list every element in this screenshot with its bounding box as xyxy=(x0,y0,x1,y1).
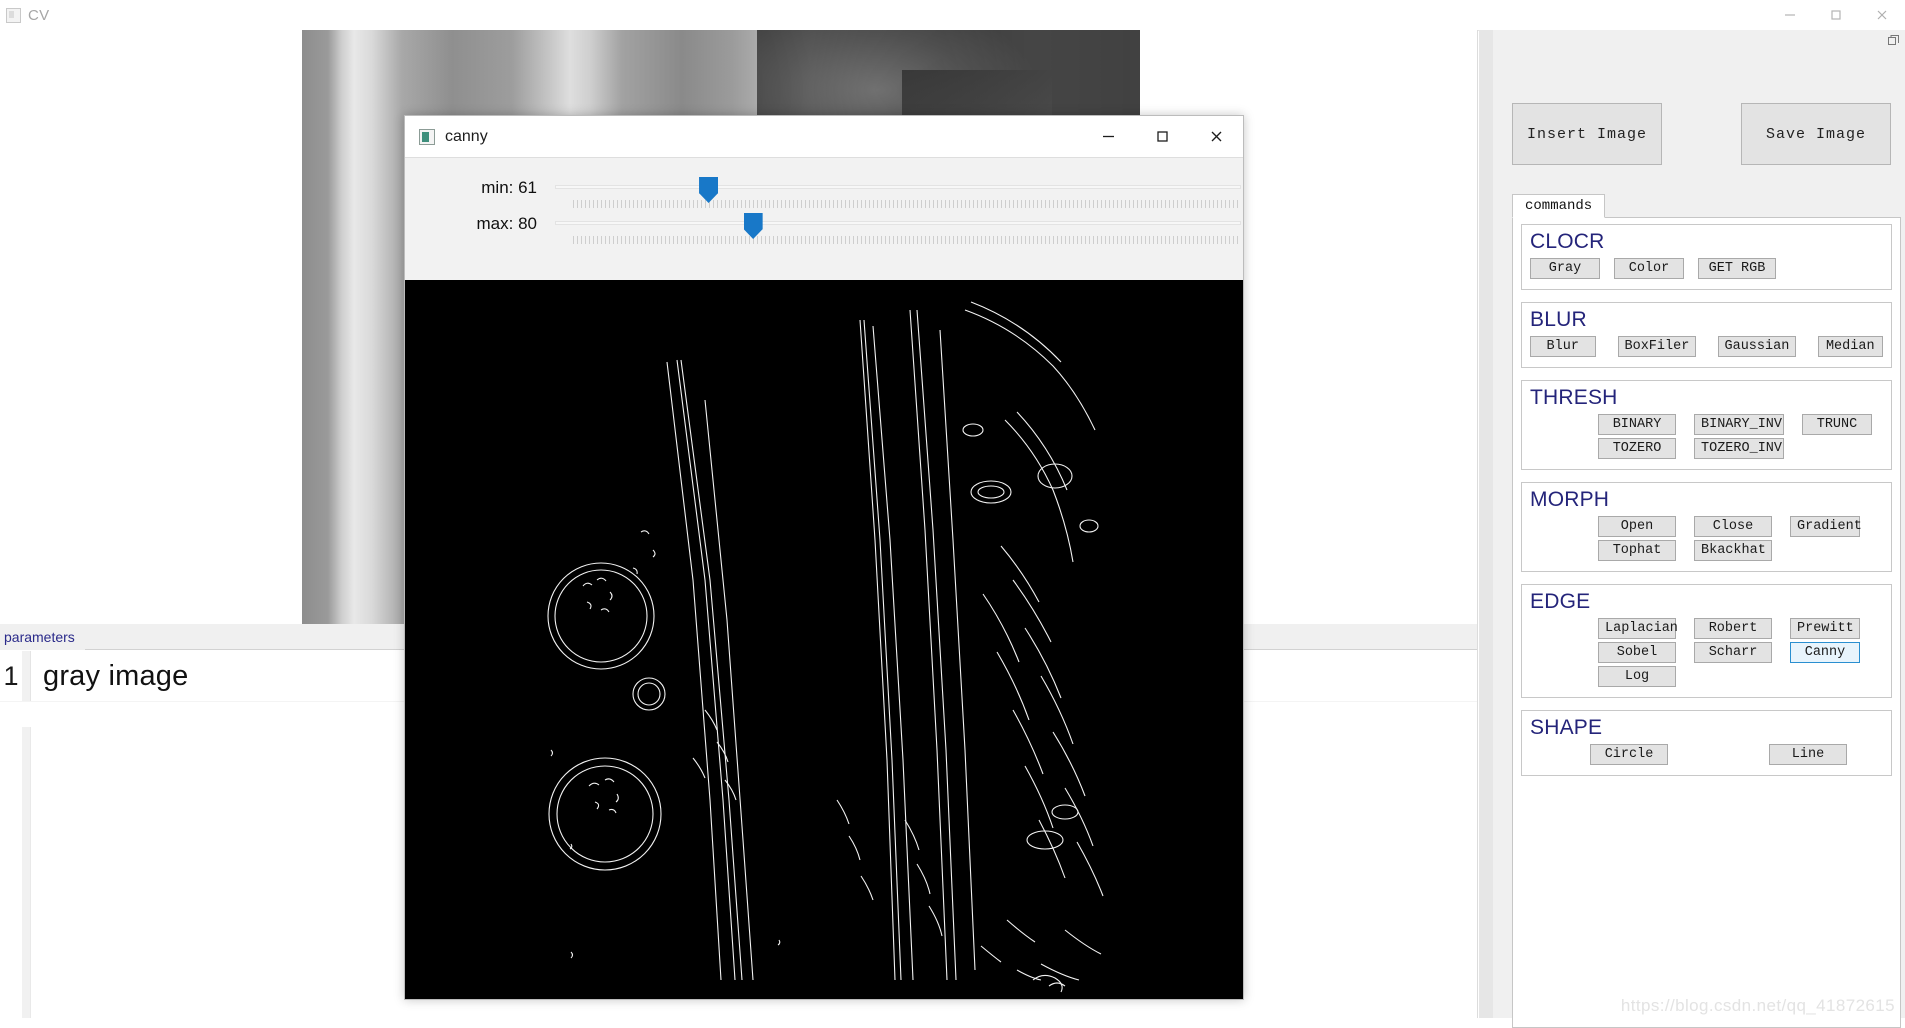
trackbar-max-track[interactable] xyxy=(555,221,1241,225)
canny-dialog[interactable]: canny min: 61 max: 80 xyxy=(404,115,1244,1000)
command-group-blur: BLUR Blur BoxFiler Gaussian Median xyxy=(1521,302,1892,368)
command-row: Laplacian Robert Prewitt xyxy=(1530,618,1883,639)
group-title-edge: EDGE xyxy=(1530,590,1591,613)
command-button-bkackhat[interactable]: Bkackhat xyxy=(1694,540,1772,561)
commands-tabstrip: commands xyxy=(1512,194,1901,218)
command-group-shape: SHAPE Circle Line xyxy=(1521,710,1892,776)
parameters-empty-gutter xyxy=(22,727,31,1018)
command-button-gaussian[interactable]: Gaussian xyxy=(1717,336,1796,357)
group-title-thresh: THRESH xyxy=(1530,386,1618,409)
command-button-scharr[interactable]: Scharr xyxy=(1694,642,1772,663)
tab-parameters[interactable]: parameters xyxy=(0,624,85,650)
app-title: CV xyxy=(28,6,50,24)
command-button-blur[interactable]: Blur xyxy=(1530,336,1596,357)
canny-maximize-icon[interactable] xyxy=(1135,116,1189,157)
main-window: CV parameters 1 gray image Insert Image … xyxy=(0,0,1905,1028)
command-button-log[interactable]: Log xyxy=(1598,666,1676,687)
insert-image-label: Insert Image xyxy=(1526,125,1648,143)
command-button-gradient[interactable]: Gradient xyxy=(1790,516,1862,537)
restore-icon[interactable] xyxy=(1885,32,1901,48)
save-image-button[interactable]: Save Image xyxy=(1741,103,1891,165)
group-title-clocr: CLOCR xyxy=(1530,230,1605,253)
tab-commands-label: commands xyxy=(1525,198,1593,214)
group-title-shape: SHAPE xyxy=(1530,716,1603,739)
command-row: Open Close Gradient xyxy=(1530,516,1883,537)
command-group-morph: MORPH Open Close Gradient Tophat Bkackhat xyxy=(1521,482,1892,572)
minimize-icon[interactable] xyxy=(1767,0,1813,30)
trackbar-min-track[interactable] xyxy=(555,185,1241,189)
command-button-trunc[interactable]: TRUNC xyxy=(1802,414,1872,435)
command-button-prewitt[interactable]: Prewitt xyxy=(1790,618,1860,639)
command-row: Log xyxy=(1530,666,1883,687)
commands-dock: Insert Image Save Image commands CLOCR Gr… xyxy=(1479,30,1905,1028)
command-button-get-rgb[interactable]: GET RGB xyxy=(1698,258,1776,279)
trackbar-max-ticks xyxy=(573,236,1241,244)
dock-drag-grip[interactable] xyxy=(1479,30,1494,1018)
command-button-laplacian[interactable]: Laplacian xyxy=(1598,618,1678,639)
command-row: Tophat Bkackhat xyxy=(1530,540,1883,561)
command-button-color[interactable]: Color xyxy=(1614,258,1684,279)
dock-body: Insert Image Save Image commands CLOCR Gr… xyxy=(1493,30,1905,1028)
command-row: Circle Line xyxy=(1530,744,1883,765)
command-row: Sobel Scharr Canny xyxy=(1530,642,1883,663)
command-button-open[interactable]: Open xyxy=(1598,516,1676,537)
opencv-window-icon xyxy=(419,128,435,145)
command-button-close[interactable]: Close xyxy=(1694,516,1772,537)
command-button-tophat[interactable]: Tophat xyxy=(1598,540,1676,561)
canny-minimize-icon[interactable] xyxy=(1081,116,1135,157)
command-button-circle[interactable]: Circle xyxy=(1590,744,1668,765)
command-button-binary-inv[interactable]: BINARY_INV xyxy=(1694,414,1784,435)
command-row: Gray Color GET RGB xyxy=(1530,258,1883,279)
parameter-index: 1 xyxy=(3,660,19,691)
command-group-thresh: THRESH BINARY BINARY_INV TRUNC TOZERO TOZERO_… xyxy=(1521,380,1892,470)
group-title-blur: BLUR xyxy=(1530,308,1587,331)
command-row: TOZERO TOZERO_INV xyxy=(1530,438,1883,459)
command-button-boxfiler[interactable]: BoxFiler xyxy=(1617,336,1696,357)
save-image-label: Save Image xyxy=(1765,125,1866,143)
group-title-morph: MORPH xyxy=(1530,488,1610,511)
insert-image-button[interactable]: Insert Image xyxy=(1512,103,1662,165)
app-icon xyxy=(6,7,21,23)
canny-trackbar-area: min: 61 max: 80 xyxy=(405,157,1243,281)
trackbar-min-ticks xyxy=(573,200,1241,208)
command-button-median[interactable]: Median xyxy=(1817,336,1883,357)
command-button-tozero[interactable]: TOZERO xyxy=(1598,438,1676,459)
close-icon[interactable] xyxy=(1859,0,1905,30)
command-group-clocr: CLOCR Gray Color GET RGB xyxy=(1521,224,1892,290)
maximize-icon[interactable] xyxy=(1813,0,1859,30)
command-button-binary[interactable]: BINARY xyxy=(1598,414,1676,435)
trackbar-max-label: max: 80 xyxy=(476,214,537,233)
parameter-gutter xyxy=(22,651,31,701)
command-row: Blur BoxFiler Gaussian Median xyxy=(1530,336,1883,357)
canny-result-image[interactable] xyxy=(405,280,1243,999)
tab-parameters-label: parameters xyxy=(4,629,75,645)
command-button-sobel[interactable]: Sobel xyxy=(1598,642,1676,663)
trackbar-max[interactable]: max: 80 xyxy=(405,208,1243,254)
canny-title: canny xyxy=(445,127,488,145)
canny-close-icon[interactable] xyxy=(1189,116,1243,157)
canny-titlebar: canny xyxy=(405,116,1243,157)
command-button-line[interactable]: Line xyxy=(1769,744,1847,765)
command-button-canny[interactable]: Canny xyxy=(1790,642,1860,663)
commands-panel: CLOCR Gray Color GET RGB BLUR Blur BoxFiler Gau… xyxy=(1512,218,1901,1028)
command-button-tozero-inv[interactable]: TOZERO_INV xyxy=(1694,438,1784,459)
trackbar-min-label: min: 61 xyxy=(481,178,537,197)
watermark: https://blog.csdn.net/qq_41872615 xyxy=(1620,996,1895,1015)
main-titlebar: CV xyxy=(0,0,1905,31)
command-row: BINARY BINARY_INV TRUNC xyxy=(1530,414,1883,435)
command-button-gray[interactable]: Gray xyxy=(1530,258,1600,279)
tab-commands[interactable]: commands xyxy=(1512,194,1606,218)
command-group-edge: EDGE Laplacian Robert Prewitt Sobel Scharr Can… xyxy=(1521,584,1892,698)
command-button-robert[interactable]: Robert xyxy=(1694,618,1772,639)
parameter-label: gray image xyxy=(43,659,189,692)
